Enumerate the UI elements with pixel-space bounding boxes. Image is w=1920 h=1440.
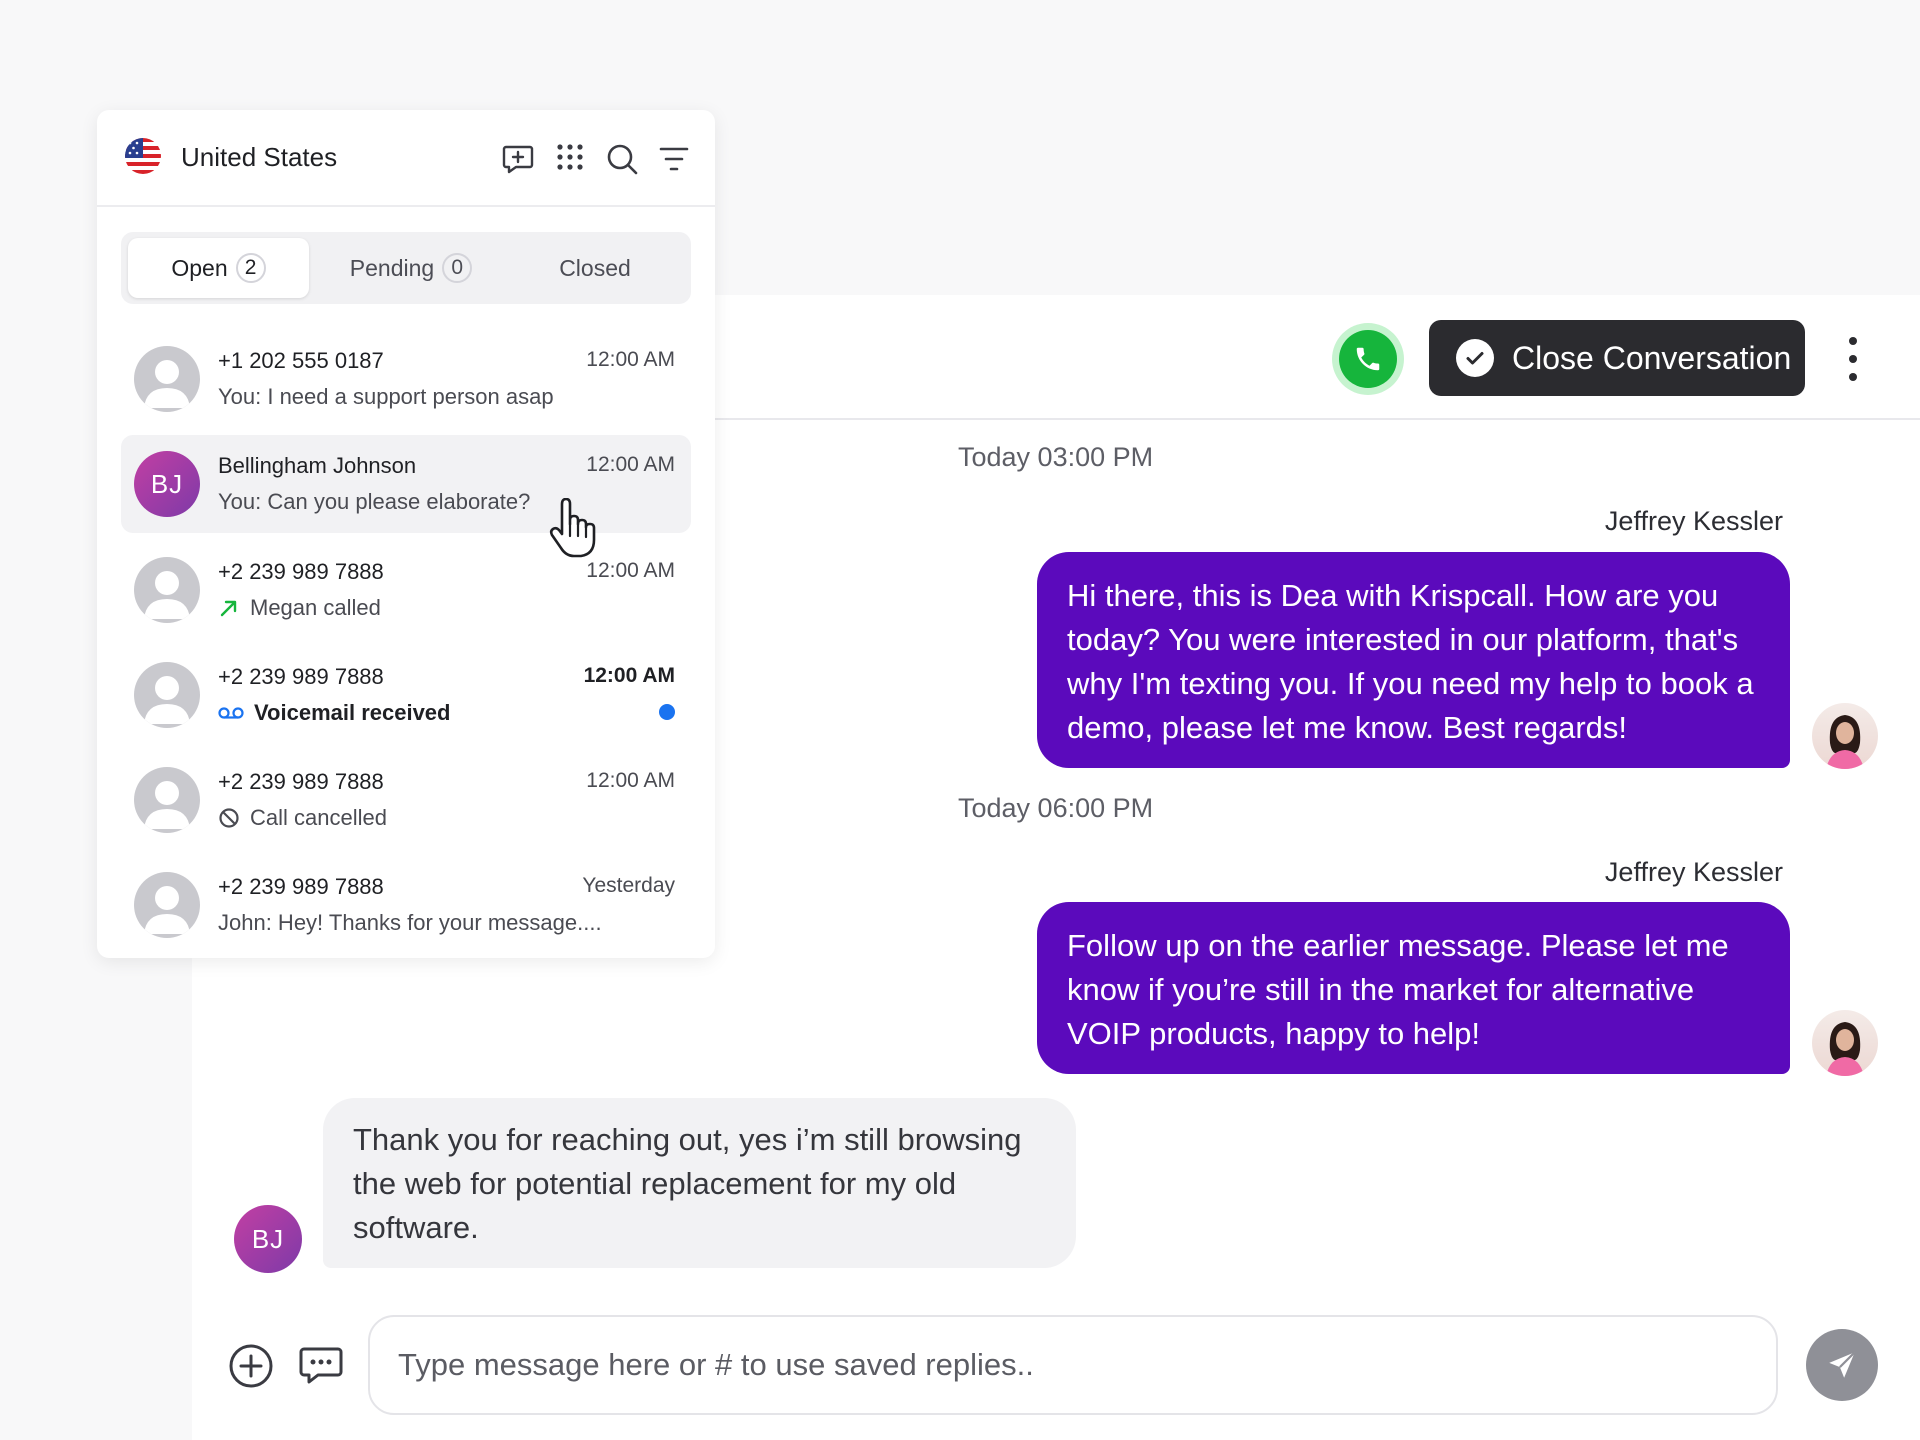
default-avatar-icon bbox=[134, 346, 200, 412]
conversation-preview: Megan called bbox=[218, 595, 381, 621]
conversation-name: +2 239 989 7888 bbox=[218, 559, 384, 584]
close-conversation-button[interactable]: Close Conversation bbox=[1429, 320, 1805, 396]
contact-avatar: BJ bbox=[234, 1205, 302, 1273]
plus-icon[interactable] bbox=[228, 1343, 274, 1389]
status-tabs: Open 2 Pending 0 Closed bbox=[121, 232, 691, 304]
us-flag-icon[interactable] bbox=[125, 138, 161, 174]
call-button[interactable] bbox=[1332, 323, 1404, 395]
message-input[interactable] bbox=[368, 1315, 1778, 1415]
conversation-item[interactable]: +2 239 989 7888 Voicemail received 12:00… bbox=[121, 646, 691, 744]
outgoing-message: Hi there, this is Dea with Krispcall. Ho… bbox=[1037, 552, 1790, 768]
dialpad-icon[interactable] bbox=[555, 142, 585, 172]
agent-avatar bbox=[1812, 703, 1878, 769]
message-sender: Jeffrey Kessler bbox=[1604, 506, 1783, 536]
conversation-preview: Call cancelled bbox=[218, 805, 387, 831]
conversation-preview: Voicemail received bbox=[218, 700, 451, 726]
conversation-time: 12:00 AM bbox=[583, 664, 675, 687]
tab-pending-label: Pending bbox=[349, 254, 435, 281]
message-composer bbox=[192, 1303, 1920, 1423]
default-avatar-icon bbox=[134, 872, 200, 938]
incoming-message: Thank you for reaching out, yes i’m stil… bbox=[323, 1098, 1076, 1268]
search-icon[interactable] bbox=[605, 142, 639, 176]
conversation-item[interactable]: +2 239 989 7888 Call cancelled 12:00 AM bbox=[121, 751, 691, 849]
list-header: United States bbox=[97, 110, 715, 207]
agent-avatar bbox=[1812, 1010, 1878, 1076]
tab-open-count: 2 bbox=[235, 253, 266, 283]
country-selector[interactable]: United States bbox=[181, 142, 337, 173]
tab-pending-count: 0 bbox=[442, 253, 473, 283]
conversation-preview: John: Hey! Thanks for your message.... bbox=[218, 910, 602, 936]
default-avatar-icon bbox=[134, 662, 200, 728]
conversation-time: Yesterday bbox=[582, 874, 675, 897]
conversation-time: 12:00 AM bbox=[586, 559, 675, 582]
message-sender: Jeffrey Kessler bbox=[1604, 857, 1783, 887]
outgoing-call-icon bbox=[220, 600, 237, 617]
default-avatar-icon bbox=[134, 767, 200, 833]
conversation-name: +2 239 989 7888 bbox=[218, 769, 384, 794]
tab-open[interactable]: Open 2 bbox=[128, 238, 309, 298]
tab-open-label: Open bbox=[171, 254, 228, 281]
phone-icon bbox=[1356, 347, 1380, 371]
message-timestamp: Today 03:00 PM bbox=[958, 442, 1154, 472]
outgoing-message: Follow up on the earlier message. Please… bbox=[1037, 902, 1790, 1074]
voicemail-icon bbox=[218, 707, 244, 719]
default-avatar-icon bbox=[134, 557, 200, 623]
preview-text: You: Can you please elaborate? bbox=[218, 489, 531, 514]
more-options-icon[interactable] bbox=[1846, 337, 1860, 381]
saved-replies-icon[interactable] bbox=[298, 1341, 344, 1387]
contact-avatar: BJ bbox=[134, 451, 200, 517]
conversation-item[interactable]: +2 239 989 7888 John: Hey! Thanks for yo… bbox=[121, 856, 691, 954]
conversation-list-panel: United States Open 2 Pending 0 Closed +1… bbox=[97, 110, 715, 958]
conversation-time: 12:00 AM bbox=[586, 348, 675, 371]
tab-closed[interactable]: Closed bbox=[505, 238, 685, 298]
preview-text: Voicemail received bbox=[254, 700, 451, 725]
message-timestamp: Today 06:00 PM bbox=[958, 793, 1154, 823]
conversation-time: 12:00 AM bbox=[586, 453, 675, 476]
new-message-icon[interactable] bbox=[501, 142, 535, 176]
call-cancelled-icon bbox=[219, 808, 239, 828]
conversation-item[interactable]: +1 202 555 0187 You: I need a support pe… bbox=[121, 330, 691, 428]
preview-text: Megan called bbox=[250, 595, 381, 620]
conversation-item[interactable]: +2 239 989 7888 Megan called 12:00 AM bbox=[121, 541, 691, 639]
hand-cursor-icon bbox=[549, 498, 596, 558]
unread-dot-icon bbox=[659, 704, 675, 720]
conversation-name: +2 239 989 7888 bbox=[218, 664, 384, 689]
filter-icon[interactable] bbox=[659, 146, 689, 172]
conversation-preview: You: I need a support person asap bbox=[218, 384, 554, 410]
send-button[interactable] bbox=[1806, 1329, 1878, 1401]
conversation-item[interactable]: BJ Bellingham Johnson You: Can you pleas… bbox=[121, 435, 691, 533]
preview-text: Call cancelled bbox=[250, 805, 387, 830]
conversation-name: +1 202 555 0187 bbox=[218, 348, 384, 373]
conversation-name: +2 239 989 7888 bbox=[218, 874, 384, 899]
send-icon bbox=[1829, 1351, 1856, 1378]
preview-text: You: I need a support person asap bbox=[218, 384, 554, 409]
tab-pending[interactable]: Pending 0 bbox=[321, 238, 501, 298]
preview-text: John: Hey! Thanks for your message.... bbox=[218, 910, 602, 935]
check-icon bbox=[1456, 339, 1494, 377]
close-conversation-label: Close Conversation bbox=[1512, 339, 1792, 376]
conversation-preview: You: Can you please elaborate? bbox=[218, 489, 530, 515]
tab-closed-label: Closed bbox=[559, 254, 631, 281]
conversation-name: Bellingham Johnson bbox=[218, 453, 417, 478]
conversation-time: 12:00 AM bbox=[586, 769, 675, 792]
